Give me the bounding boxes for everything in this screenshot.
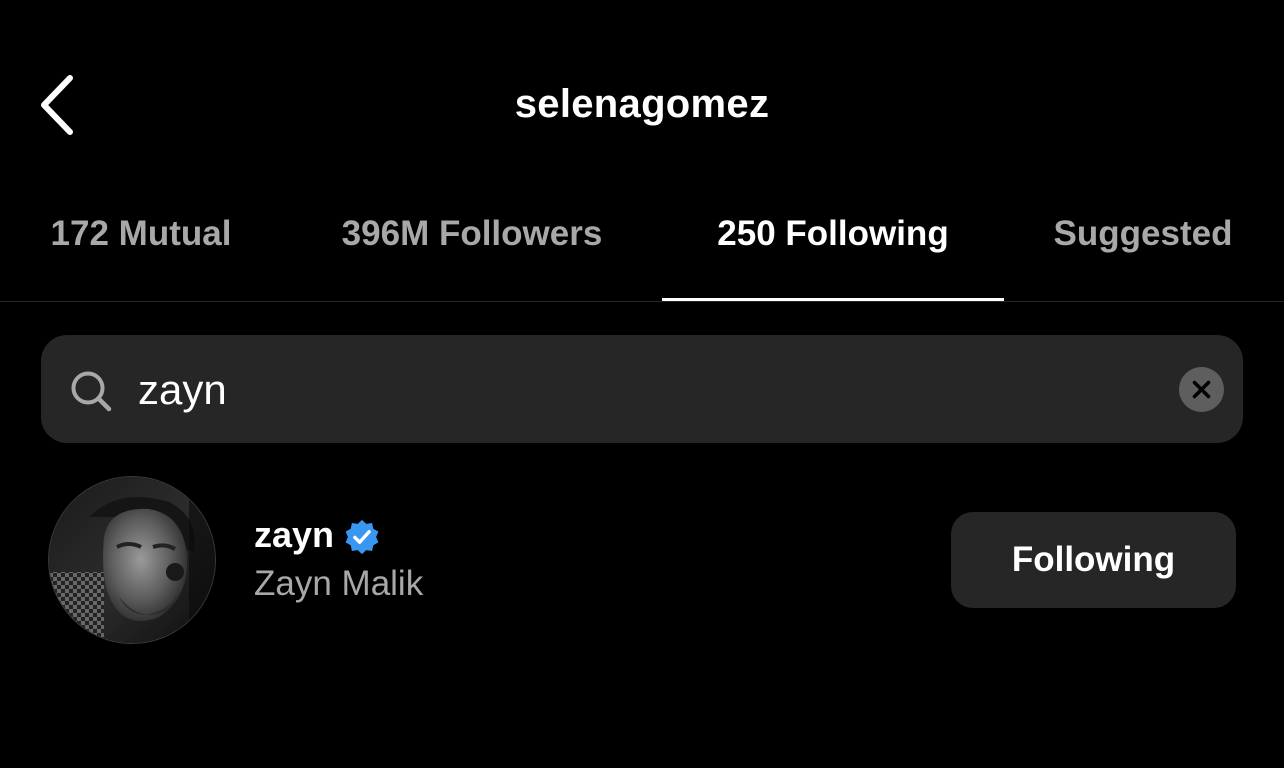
avatar[interactable] [48, 476, 216, 644]
verified-badge-icon [345, 519, 379, 555]
page-title: selenagomez [514, 82, 770, 126]
clear-search-button[interactable] [1179, 367, 1224, 412]
following-button[interactable]: Following [951, 512, 1236, 608]
search-icon [71, 371, 112, 412]
result-full-name: Zayn Malik [254, 564, 424, 603]
profile-photo [49, 477, 215, 643]
search-input[interactable] [138, 356, 1138, 424]
result-username[interactable]: zayn [254, 514, 334, 556]
tab-followers[interactable]: 396M Followers [312, 200, 632, 300]
tab-divider [0, 301, 1284, 302]
following-screen: selenagomez 172 Mutual 396M Followers 25… [0, 0, 1284, 768]
tab-suggested[interactable]: Suggested [1030, 200, 1256, 300]
clear-icon [1192, 380, 1211, 399]
tab-following[interactable]: 250 Following [662, 200, 1004, 300]
tab-mutual[interactable]: 172 Mutual [30, 200, 252, 300]
tab-bar: 172 Mutual 396M Followers 250 Following … [0, 200, 1284, 300]
